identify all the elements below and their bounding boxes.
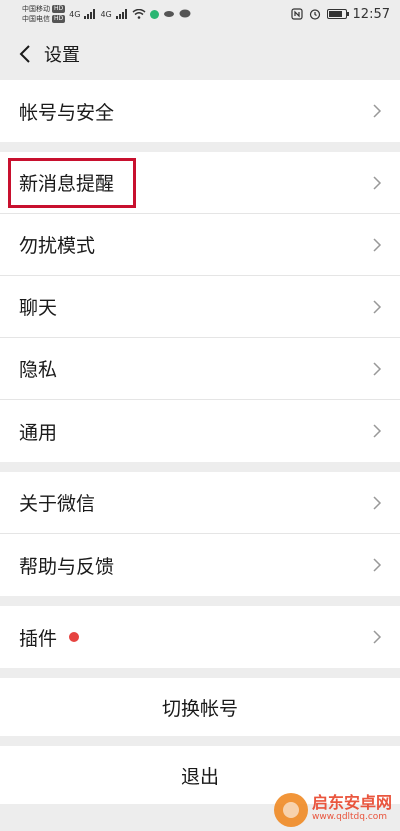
row-label: 帮助与反馈 — [19, 555, 115, 578]
carrier-row-1: 中国移动 HD — [22, 4, 66, 14]
status-right: 12:57 — [290, 6, 390, 22]
row-new-message-alert[interactable]: 新消息提醒 — [0, 152, 400, 214]
page-title: 设置 — [44, 45, 80, 66]
row-label: 聊天 — [19, 297, 58, 319]
battery-icon — [326, 9, 349, 19]
chevron-right-icon — [373, 361, 382, 376]
watermark-url: www.qdltdq.com — [311, 812, 388, 822]
settings-group-account: 帐号与安全 — [0, 80, 400, 142]
back-button[interactable] — [14, 43, 36, 65]
row-plugins[interactable]: 插件 — [0, 606, 400, 668]
chevron-right-icon — [373, 495, 382, 510]
wifi-icon — [132, 9, 146, 19]
row-label: 勿扰模式 — [19, 235, 96, 257]
row-privacy[interactable]: 隐私 — [0, 338, 400, 400]
switch-account-label: 切换帐号 — [161, 697, 238, 720]
unread-dot — [69, 632, 80, 642]
row-do-not-disturb[interactable]: 勿扰模式 — [0, 214, 400, 276]
chevron-right-icon — [373, 630, 382, 644]
chevron-right-icon — [373, 237, 382, 252]
huawei-icon — [163, 11, 174, 17]
status-bar: 中国移动 HD 中国电信 HD 4G 4G 12:57 — [0, 0, 400, 28]
signal-icon — [84, 9, 96, 19]
row-label: 插件 — [19, 627, 58, 650]
chevron-right-icon — [373, 424, 382, 438]
settings-group-plugins: 插件 — [0, 606, 400, 668]
row-label: 关于微信 — [19, 493, 96, 515]
status-left: 中国移动 HD 中国电信 HD 4G 4G — [22, 4, 191, 24]
network-type-2: 4G — [100, 9, 112, 19]
row-about-wechat[interactable]: 关于微信 — [0, 472, 400, 534]
row-chat[interactable]: 聊天 — [0, 276, 400, 338]
hd-badge: HD — [52, 15, 66, 23]
carrier-row-2: 中国电信 HD — [22, 14, 66, 24]
signal-icon-2 — [115, 9, 127, 19]
watermark-text: 启东安卓网 www.qdltdq.com — [311, 793, 392, 824]
watermark-title: 启东安卓网 — [311, 793, 392, 812]
label-wrap: 插件 — [19, 624, 80, 651]
network-type: 4G — [69, 9, 81, 19]
chevron-right-icon — [373, 104, 382, 118]
row-label: 隐私 — [19, 359, 58, 381]
nfc-icon — [290, 8, 303, 20]
row-label: 帐号与安全 — [19, 101, 115, 124]
clock: 12:57 — [352, 6, 390, 22]
carrier-1: 中国移动 — [22, 5, 50, 13]
settings-group-about: 关于微信 帮助与反馈 — [0, 472, 400, 596]
chevron-right-icon — [373, 175, 382, 190]
logout-label: 退出 — [180, 765, 219, 788]
switch-account-button[interactable]: 切换帐号 — [0, 678, 400, 736]
carrier-info: 中国移动 HD 中国电信 HD — [22, 4, 66, 24]
highlight-box — [8, 158, 136, 208]
row-general[interactable]: 通用 — [0, 400, 400, 462]
carrier-2: 中国电信 — [22, 15, 50, 23]
battery-level — [328, 11, 343, 17]
alarm-icon — [309, 9, 320, 20]
chevron-left-icon — [19, 45, 30, 63]
settings-group-main: 新消息提醒 勿扰模式 聊天 隐私 通用 — [0, 152, 400, 462]
row-account-security[interactable]: 帐号与安全 — [0, 80, 400, 142]
nav-bar: 设置 — [0, 28, 400, 80]
row-help-feedback[interactable]: 帮助与反馈 — [0, 534, 400, 596]
watermark-logo-icon — [273, 793, 308, 827]
row-label: 通用 — [19, 421, 58, 444]
chat-bubble-icon — [179, 9, 191, 18]
app-notification-icon — [149, 9, 159, 19]
chevron-right-icon — [373, 299, 382, 314]
hd-badge: HD — [52, 5, 66, 13]
watermark: 启东安卓网 www.qdltdq.com — [273, 793, 392, 827]
chevron-right-icon — [373, 558, 382, 572]
